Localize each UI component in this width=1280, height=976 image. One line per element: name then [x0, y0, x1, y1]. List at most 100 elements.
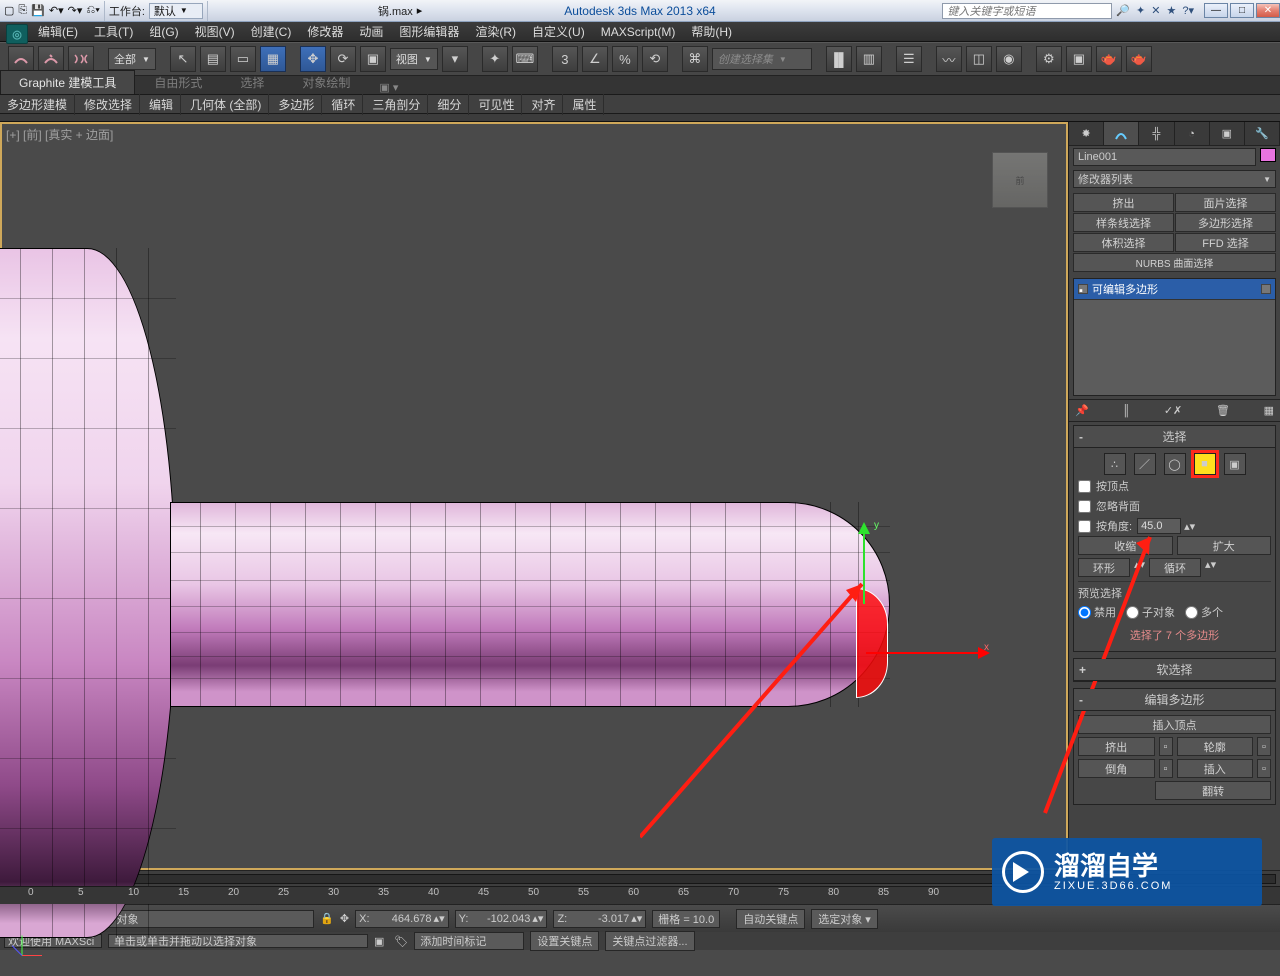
ribbon-tab-selection[interactable]: 选择: [221, 70, 283, 94]
subobj-edge-icon[interactable]: ／: [1134, 453, 1156, 475]
ring-button[interactable]: 环形: [1078, 558, 1130, 577]
move-icon[interactable]: ✥: [300, 46, 326, 72]
make-unique-icon[interactable]: ✓✗: [1164, 404, 1182, 417]
menu-graph[interactable]: 图形编辑器: [391, 21, 467, 42]
snap-toggle-icon[interactable]: 3: [552, 46, 578, 72]
close-button[interactable]: ✕: [1256, 3, 1280, 18]
layers-icon[interactable]: ☰: [896, 46, 922, 72]
exchange-icon[interactable]: ✕: [1151, 4, 1160, 17]
configure-sets-icon[interactable]: ▦: [1264, 404, 1274, 417]
flip-button[interactable]: 翻转: [1155, 781, 1271, 800]
minimize-button[interactable]: —: [1204, 3, 1228, 18]
bevel-settings-icon[interactable]: ▫: [1159, 759, 1173, 778]
spinner-snap-icon[interactable]: ⟲: [642, 46, 668, 72]
angle-snap-icon[interactable]: ∠: [582, 46, 608, 72]
viewcube[interactable]: 前: [992, 152, 1048, 208]
key-filters-button[interactable]: 关键点过滤器...: [605, 931, 694, 951]
remove-modifier-icon[interactable]: 🗑: [1216, 404, 1230, 417]
set-extrude[interactable]: 挤出: [1073, 193, 1174, 212]
ribbon-tab-graphite[interactable]: Graphite 建模工具: [0, 70, 135, 94]
rotate-icon[interactable]: ⟳: [330, 46, 356, 72]
select-object-icon[interactable]: ↖: [170, 46, 196, 72]
modifier-stack[interactable]: ▪ 可编辑多边形: [1073, 278, 1276, 396]
rollout-soft-header[interactable]: +软选择: [1074, 659, 1275, 681]
ribbon-poly[interactable]: 多边形: [271, 94, 322, 115]
extrude-settings-icon[interactable]: ▫: [1159, 737, 1173, 756]
preview-off-radio[interactable]: [1078, 606, 1091, 619]
unlink-icon[interactable]: [38, 46, 64, 72]
ignore-backfacing-checkbox[interactable]: [1078, 500, 1091, 513]
tab-modify-icon[interactable]: [1104, 122, 1139, 145]
viewport-front[interactable]: [+] [前] [真实 + 边面] 前: [0, 122, 1068, 870]
menu-render[interactable]: 渲染(R): [467, 21, 524, 42]
ribbon-loop[interactable]: 循环: [324, 94, 363, 115]
search-icon[interactable]: 🔎: [1116, 4, 1130, 17]
ribbon-modify-sel[interactable]: 修改选择: [77, 94, 140, 115]
menu-tools[interactable]: 工具(T): [86, 21, 141, 42]
rollout-edit-poly-header[interactable]: -编辑多边形: [1074, 689, 1275, 711]
grow-button[interactable]: 扩大: [1177, 536, 1272, 555]
viewport-label[interactable]: [+] [前] [真实 + 边面]: [6, 126, 113, 143]
maximize-button[interactable]: □: [1230, 3, 1254, 18]
preview-multi-radio[interactable]: [1185, 606, 1198, 619]
set-spline-select[interactable]: 样条线选择: [1073, 213, 1174, 232]
tab-display-icon[interactable]: ▣: [1210, 122, 1245, 145]
ribbon-edit[interactable]: 编辑: [142, 94, 181, 115]
set-poly-select[interactable]: 多边形选择: [1175, 213, 1276, 232]
rendered-frame-icon[interactable]: ▣: [1066, 46, 1092, 72]
select-name-icon[interactable]: ▤: [200, 46, 226, 72]
add-time-tag[interactable]: 添加时间标记: [414, 932, 524, 950]
coord-z[interactable]: Z:-3.017▴▾: [553, 910, 646, 928]
pin-stack-icon[interactable]: 📌: [1075, 404, 1089, 417]
coord-y[interactable]: Y:-102.043▴▾: [455, 910, 548, 928]
tab-motion-icon[interactable]: ◔: [1175, 122, 1210, 145]
percent-snap-icon[interactable]: %: [612, 46, 638, 72]
tab-hierarchy-icon[interactable]: ╬: [1139, 122, 1174, 145]
loop-button[interactable]: 循环: [1149, 558, 1201, 577]
shrink-button[interactable]: 收缩: [1078, 536, 1173, 555]
inset-settings-icon[interactable]: ▫: [1257, 759, 1271, 778]
qat-new-icon[interactable]: ▢: [4, 4, 14, 17]
coord-x[interactable]: X:464.678▴▾: [355, 910, 448, 928]
qat-undo-icon[interactable]: ↶▾: [49, 4, 64, 17]
menu-views[interactable]: 视图(V): [187, 21, 243, 42]
favorite-icon[interactable]: ★: [1166, 4, 1176, 17]
scale-icon[interactable]: ▣: [360, 46, 386, 72]
menu-group[interactable]: 组(G): [141, 21, 186, 42]
tab-create-icon[interactable]: ✸: [1069, 122, 1104, 145]
workspace-switcher[interactable]: 工作台: 默认▼: [105, 1, 208, 21]
outline-settings-icon[interactable]: ▫: [1257, 737, 1271, 756]
subobj-element-icon[interactable]: ▣: [1224, 453, 1246, 475]
ribbon-align[interactable]: 对齐: [524, 94, 563, 115]
curve-editor-icon[interactable]: 〰: [936, 46, 962, 72]
set-nurbs-select[interactable]: NURBS 曲面选择: [1073, 253, 1276, 272]
lock-selection-icon[interactable]: 🔒: [320, 912, 334, 925]
subobj-vertex-icon[interactable]: ∴: [1104, 453, 1126, 475]
bind-spacewarp-icon[interactable]: [68, 46, 94, 72]
bevel-button[interactable]: 倒角: [1078, 759, 1155, 778]
search-input[interactable]: 键入关键字或短语: [942, 3, 1112, 19]
menu-modifiers[interactable]: 修改器: [299, 21, 351, 42]
stack-vis-icon[interactable]: [1261, 284, 1271, 294]
selected-object-button[interactable]: 选定对象 ▾: [811, 909, 878, 929]
modifier-list-dd[interactable]: 修改器列表▼: [1073, 170, 1276, 188]
object-color-swatch[interactable]: [1260, 148, 1276, 162]
isolate-icon[interactable]: ▣: [374, 935, 384, 948]
menu-maxscript[interactable]: MAXScript(M): [593, 23, 684, 41]
keyboard-shortcut-icon[interactable]: ⌨: [512, 46, 538, 72]
time-tag-icon[interactable]: 🏷: [394, 935, 408, 948]
auto-key-button[interactable]: 自动关键点: [736, 909, 805, 929]
ribbon-props[interactable]: 属性: [565, 94, 604, 115]
extrude-button[interactable]: 挤出: [1078, 737, 1155, 756]
tab-utilities-icon[interactable]: 🔧: [1245, 122, 1280, 145]
ribbon-tab-paint[interactable]: 对象绘制: [283, 70, 369, 94]
ribbon-subdiv[interactable]: 细分: [430, 94, 469, 115]
qat-link-icon[interactable]: ⎌▾: [86, 4, 99, 17]
outline-button[interactable]: 轮廓: [1177, 737, 1254, 756]
stack-expand-icon[interactable]: ▪: [1078, 284, 1088, 294]
material-editor-icon[interactable]: ◉: [996, 46, 1022, 72]
ribbon-tab-freeform[interactable]: 自由形式: [135, 70, 221, 94]
gizmo-y-axis[interactable]: [863, 526, 865, 604]
title-dd-icon[interactable]: ▸: [417, 4, 423, 17]
subscription-icon[interactable]: ✦: [1136, 4, 1145, 17]
